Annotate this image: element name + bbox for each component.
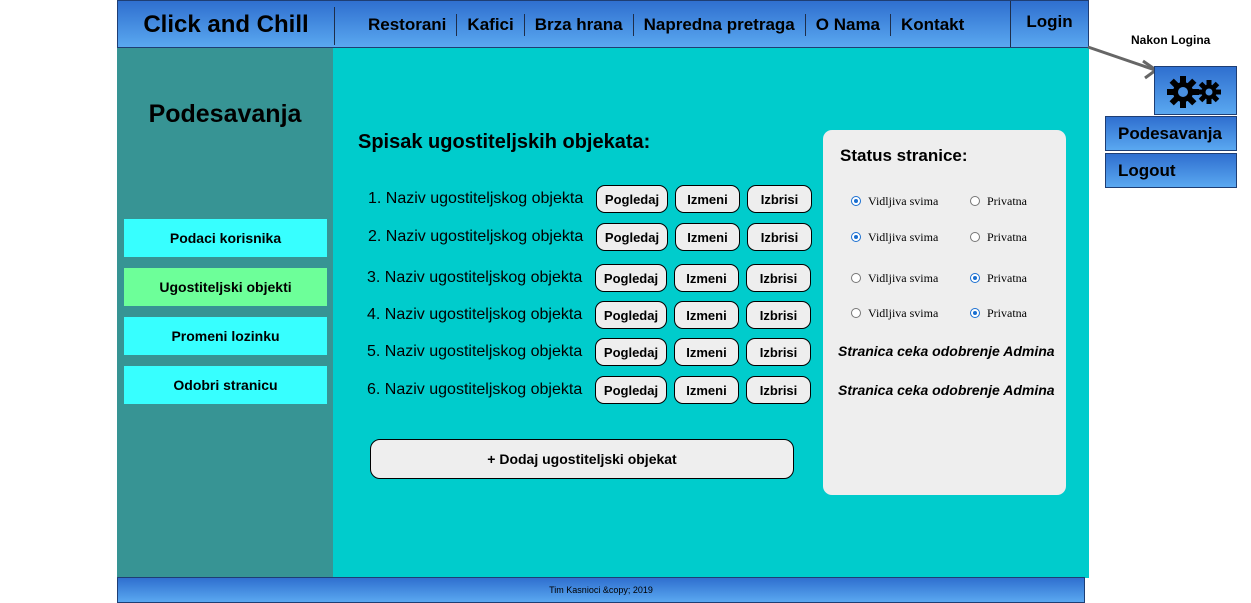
top-navbar: Click and Chill Restorani Kafici Brza hr… xyxy=(117,0,1089,48)
venue-name: 3. Naziv ugostiteljskog objekta xyxy=(367,269,583,286)
view-button[interactable]: Pogledaj xyxy=(596,223,668,251)
nav-kontakt[interactable]: Kontakt xyxy=(890,14,974,36)
annotation-arrow-icon xyxy=(1087,45,1159,80)
venue-name: 6. Naziv ugostiteljskog objekta xyxy=(367,381,583,398)
delete-button[interactable]: Izbrisi xyxy=(747,223,812,251)
pending-approval-text: Stranica ceka odobrenje Admina xyxy=(838,382,1055,398)
sidebar-item-ugostiteljski-objekti[interactable]: Ugostiteljski objekti xyxy=(124,268,327,306)
radio-label: Privatna xyxy=(987,270,1027,285)
view-button[interactable]: Pogledaj xyxy=(595,264,667,292)
radio-label: Privatna xyxy=(987,229,1027,244)
radio-circle[interactable] xyxy=(970,308,980,318)
settings-gear-button[interactable] xyxy=(1154,66,1237,115)
list-item: 2. Naziv ugostiteljskog objekta Pogledaj… xyxy=(368,221,819,253)
main-nav: Restorani Kafici Brza hrana Napredna pre… xyxy=(335,1,974,49)
radio-circle[interactable] xyxy=(970,273,980,283)
radio-private[interactable]: Privatna xyxy=(970,271,1027,286)
status-panel: Status stranice: Vidljiva svima Privatna… xyxy=(823,130,1066,495)
status-radio-group: Vidljiva svima Privatna xyxy=(851,270,1027,286)
radio-circle[interactable] xyxy=(970,232,980,242)
footer-text: Tim Kasnioci &copy; 2019 xyxy=(549,585,653,595)
venue-name: 1. Naziv ugostiteljskog objekta xyxy=(368,190,584,207)
list-item: 1. Naziv ugostiteljskog objekta Pogledaj… xyxy=(368,183,819,215)
add-venue-button[interactable]: + Dodaj ugostiteljski objekat xyxy=(370,439,794,479)
delete-button[interactable]: Izbrisi xyxy=(746,376,811,404)
radio-private[interactable]: Privatna xyxy=(970,230,1027,245)
sidebar-item-odobri-stranicu[interactable]: Odobri stranicu xyxy=(124,366,327,404)
sidebar-item-promeni-lozinku[interactable]: Promeni lozinku xyxy=(124,317,327,355)
view-button[interactable]: Pogledaj xyxy=(595,301,667,329)
radio-label: Vidljiva svima xyxy=(868,229,939,244)
list-item: 3. Naziv ugostiteljskog objekta Pogledaj… xyxy=(367,262,818,294)
radio-circle[interactable] xyxy=(851,308,861,318)
menu-logout[interactable]: Logout xyxy=(1105,153,1237,188)
brand-logo[interactable]: Click and Chill xyxy=(118,1,334,49)
delete-button[interactable]: Izbrisi xyxy=(746,264,811,292)
login-button[interactable]: Login xyxy=(1010,1,1088,47)
status-radio-group: Vidljiva svima Privatna xyxy=(851,193,1027,209)
edit-button[interactable]: Izmeni xyxy=(675,223,740,251)
nav-kafici[interactable]: Kafici xyxy=(456,14,523,36)
radio-circle[interactable] xyxy=(851,273,861,283)
nav-napredna-pretraga[interactable]: Napredna pretraga xyxy=(632,14,805,36)
gears-icon xyxy=(1167,76,1221,108)
edit-button[interactable]: Izmeni xyxy=(674,264,739,292)
radio-label: Privatna xyxy=(987,193,1027,208)
edit-button[interactable]: Izmeni xyxy=(674,376,739,404)
footer: Tim Kasnioci &copy; 2019 xyxy=(117,577,1085,603)
view-button[interactable]: Pogledaj xyxy=(595,338,667,366)
radio-label: Vidljiva svima xyxy=(868,270,939,285)
status-radio-group: Vidljiva svima Privatna xyxy=(851,229,1027,245)
radio-private[interactable]: Privatna xyxy=(970,306,1027,321)
radio-label: Vidljiva svima xyxy=(868,193,939,208)
edit-button[interactable]: Izmeni xyxy=(674,301,739,329)
main-content: Spisak ugostiteljskih objekata: 1. Naziv… xyxy=(333,48,1089,578)
nav-o-nama[interactable]: O Nama xyxy=(804,14,890,36)
venue-name: 2. Naziv ugostiteljskog objekta xyxy=(368,228,584,245)
radio-circle[interactable] xyxy=(970,196,980,206)
sidebar-item-podaci-korisnika[interactable]: Podaci korisnika xyxy=(124,219,327,257)
status-title: Status stranice: xyxy=(840,146,968,165)
delete-button[interactable]: Izbrisi xyxy=(746,301,811,329)
list-item: 4. Naziv ugostiteljskog objekta Pogledaj… xyxy=(367,299,818,331)
delete-button[interactable]: Izbrisi xyxy=(747,185,812,213)
radio-private[interactable]: Privatna xyxy=(970,194,1027,209)
radio-visible[interactable]: Vidljiva svima xyxy=(851,194,970,209)
venue-name: 4. Naziv ugostiteljskog objekta xyxy=(367,306,583,323)
list-title: Spisak ugostiteljskih objekata: xyxy=(358,131,651,153)
list-item: 5. Naziv ugostiteljskog objekta Pogledaj… xyxy=(367,336,818,368)
radio-label: Vidljiva svima xyxy=(868,305,939,320)
venue-name: 5. Naziv ugostiteljskog objekta xyxy=(367,343,583,360)
view-button[interactable]: Pogledaj xyxy=(595,376,667,404)
radio-visible[interactable]: Vidljiva svima xyxy=(851,271,970,286)
status-radio-group: Vidljiva svima Privatna xyxy=(851,305,1027,321)
settings-sidebar: Podesavanja Podaci korisnika Ugostiteljs… xyxy=(117,48,333,578)
radio-visible[interactable]: Vidljiva svima xyxy=(851,230,970,245)
menu-podesavanja[interactable]: Podesavanja xyxy=(1105,116,1237,151)
list-item: 6. Naziv ugostiteljskog objekta Pogledaj… xyxy=(367,374,818,406)
radio-visible[interactable]: Vidljiva svima xyxy=(851,306,970,321)
radio-circle[interactable] xyxy=(851,196,861,206)
nav-brza-hrana[interactable]: Brza hrana xyxy=(523,14,633,36)
edit-button[interactable]: Izmeni xyxy=(674,338,739,366)
radio-circle[interactable] xyxy=(851,232,861,242)
pending-approval-text: Stranica ceka odobrenje Admina xyxy=(838,343,1055,359)
delete-button[interactable]: Izbrisi xyxy=(746,338,811,366)
sidebar-title: Podesavanja xyxy=(148,100,302,128)
radio-label: Privatna xyxy=(987,305,1027,320)
edit-button[interactable]: Izmeni xyxy=(675,185,740,213)
nav-restorani[interactable]: Restorani xyxy=(335,14,456,36)
view-button[interactable]: Pogledaj xyxy=(596,185,668,213)
